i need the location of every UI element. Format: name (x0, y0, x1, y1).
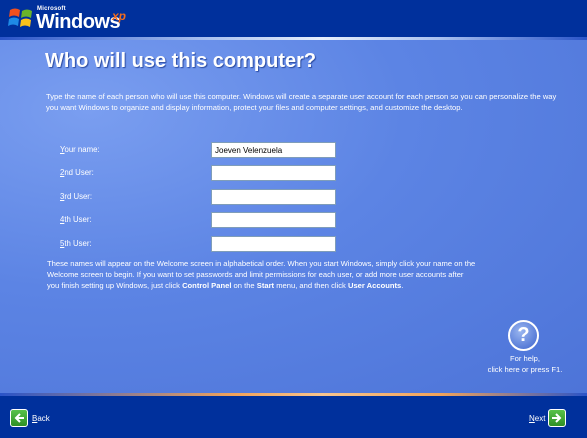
footer-note-part4: . (401, 281, 404, 290)
bottom-bar (0, 396, 587, 438)
intro-text: Type the name of each person who will us… (46, 92, 557, 112)
user5-input[interactable] (211, 236, 336, 252)
user3-label-text: rd User: (64, 192, 93, 201)
xp-wordmark: xp (112, 9, 127, 23)
next-label-text: ext (534, 413, 546, 423)
back-label[interactable]: Back (32, 414, 50, 423)
top-bar: Microsoft Windows xp (0, 0, 587, 37)
help-line-1: For help, (510, 354, 540, 363)
user3-input[interactable] (211, 189, 336, 205)
windows-wordmark: Windows (36, 11, 121, 33)
user3-label: 3rd User: (60, 192, 92, 201)
back-button[interactable]: Back (10, 409, 50, 427)
user5-label: 5th User: (60, 239, 92, 248)
your-name-label-text: our name: (64, 145, 100, 154)
page-title: Who will use this computer? (45, 50, 317, 72)
control-panel-text: Control Panel (182, 281, 232, 290)
user5-label-text: th User: (64, 239, 92, 248)
back-label-text: ack (37, 413, 50, 423)
back-arrow-icon[interactable] (10, 409, 28, 427)
your-name-label: Your name: (60, 145, 100, 154)
user4-label: 4th User: (60, 215, 92, 224)
user4-label-text: th User: (64, 215, 92, 224)
next-arrow-icon[interactable] (548, 409, 567, 427)
user-accounts-text: User Accounts (347, 281, 402, 290)
help-link[interactable]: ? For help, click here or press F1. (470, 320, 580, 380)
start-text: Start (256, 281, 275, 290)
next-label[interactable]: Next (529, 414, 545, 423)
user2-label: 2nd User: (60, 168, 94, 177)
user2-label-text: nd User: (64, 168, 94, 177)
help-icon[interactable]: ? (508, 320, 539, 351)
footer-note-part2: on the (231, 281, 257, 290)
help-line-2: click here or press F1. (487, 364, 563, 374)
footer-note-part3: menu, and then click (274, 281, 348, 290)
windows-xp-logo: Microsoft Windows xp (8, 4, 188, 34)
windows-flag-icon (8, 8, 32, 27)
user4-input[interactable] (211, 212, 336, 228)
footer-note: These names will appear on the Welcome s… (47, 258, 477, 291)
your-name-input[interactable] (211, 142, 336, 158)
help-text[interactable]: For help, click here or press F1. (470, 354, 580, 375)
next-button[interactable]: Next (529, 409, 567, 427)
user2-input[interactable] (211, 165, 336, 181)
